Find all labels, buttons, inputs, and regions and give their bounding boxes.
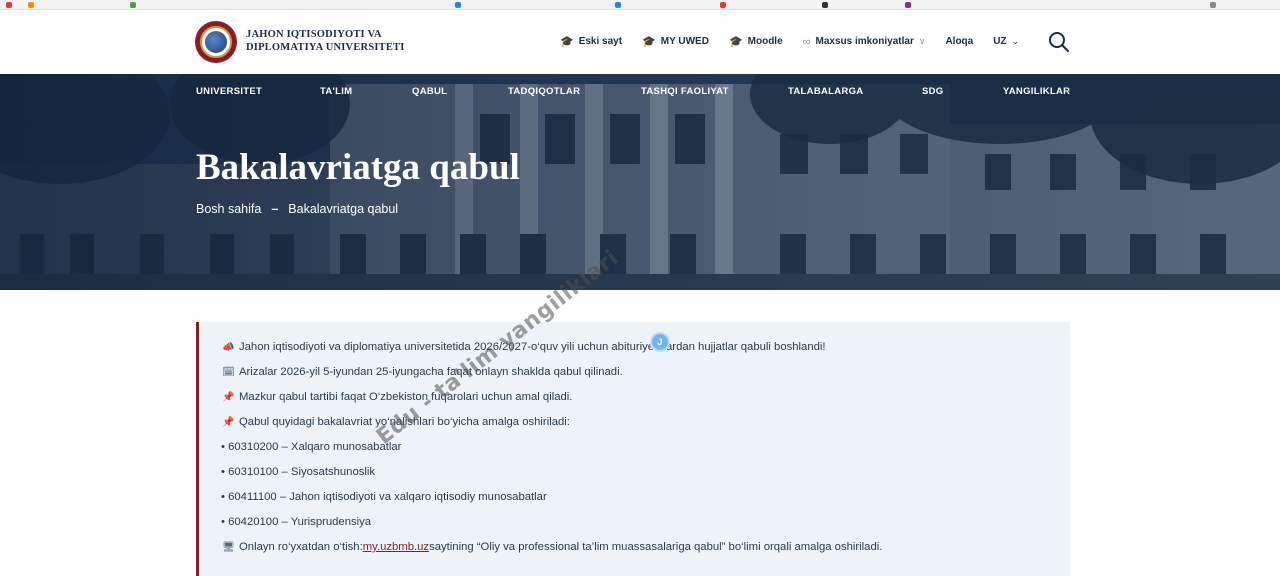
notice-line: 📌 Mazkur qabul tartibi faqat O‘zbekiston… [222, 391, 572, 403]
hero-banner: UNIVERSITET TA'LIM QABUL TADQIQOTLAR TAS… [0, 74, 1280, 290]
breadcrumb-current: Bakalavriatga qabul [288, 202, 399, 216]
program-item: • 60310100 – Siyosatshunoslik [221, 466, 376, 478]
nav-item-sdg[interactable]: SDG [922, 86, 944, 97]
graduation-cap-icon: 🎓 [728, 36, 743, 48]
online-prefix: Onlayn ro‘yxatdan o‘tish: [239, 541, 363, 553]
top-link-my-uwed[interactable]: 🎓 MY UWED [642, 35, 709, 48]
graduation-cap-icon: 🎓 [560, 36, 574, 48]
nav-item-yangiliklar[interactable]: YANGILIKLAR [1003, 86, 1070, 97]
page-title: Bakalavriatga qabul [196, 147, 520, 188]
university-logo[interactable] [195, 21, 237, 63]
top-link-label: Moodle [747, 36, 783, 47]
notice-text: Mazkur qabul tartibi faqat O‘zbekiston f… [239, 391, 573, 403]
notice-text: Jahon iqtisodiyoti va diplomatiya univer… [239, 341, 826, 353]
computer-icon: 🖥 [222, 541, 235, 553]
nav-item-tadqiqotlar[interactable]: TADQIQOTLAR [508, 86, 580, 97]
nav-item-talabalarga[interactable]: TALABALARGA [788, 86, 863, 97]
registration-link[interactable]: my.uzbmb.uz [363, 541, 429, 553]
bookmark-icon[interactable] [720, 2, 726, 8]
breadcrumb-separator: – [271, 202, 279, 216]
language-selector[interactable]: UZ ⌄ [993, 36, 1019, 47]
top-link-label: Aloqa [945, 36, 974, 47]
site-header: JAHON IQTISODIYOTI VA DIPLOMATIYA UNIVER… [0, 10, 1280, 74]
admission-notice: 📣 Jahon iqtisodiyoti va diplomatiya univ… [196, 322, 1070, 576]
bookmark-icon[interactable] [905, 2, 911, 8]
logo-emblem [200, 26, 232, 58]
breadcrumb-home-link[interactable]: Bosh sahifa [196, 202, 261, 216]
top-link-eski-sayt[interactable]: 🎓 Eski sayt [560, 35, 622, 48]
online-suffix: saytining “Oliy va professional ta’lim m… [429, 541, 883, 553]
pin-icon: 📌 [222, 416, 235, 428]
nav-item-tashqi-faoliyat[interactable]: TASHQI FAOLIYAT [641, 86, 729, 97]
bookmark-icon[interactable] [130, 2, 136, 8]
language-label: UZ [993, 36, 1007, 47]
program-item: • 60411100 – Jahon iqtisodiyoti va xalqa… [221, 491, 547, 503]
browser-bookmarks-strip [0, 0, 1280, 10]
university-name-line1: JAHON IQTISODIYOTI VA [246, 29, 382, 40]
notice-line: 🖥 Onlayn ro‘yxatdan o‘tish: my.uzbmb.uz … [222, 541, 882, 553]
chevron-down-icon: ⌄ [1011, 36, 1020, 46]
bookmark-icon[interactable] [455, 2, 461, 8]
bookmark-icon[interactable] [6, 2, 12, 8]
search-button[interactable] [1048, 31, 1070, 53]
bookmark-icon[interactable] [615, 2, 621, 8]
top-link-moodle[interactable]: 🎓 Moodle [729, 35, 783, 48]
search-icon [1049, 32, 1069, 52]
breadcrumb: Bosh sahifa – Bakalavriatga qabul [196, 202, 398, 216]
chevron-down-icon: ∨ [918, 36, 926, 46]
university-name[interactable]: JAHON IQTISODIYOTI VA DIPLOMATIYA UNIVER… [246, 29, 436, 54]
notice-text: Arizalar 2026-yil 5-iyundan 25-iyungacha… [239, 366, 623, 378]
watermark-badge: J [650, 332, 670, 352]
top-link-label: Eski sayt [578, 36, 623, 47]
calendar-icon: 🗓 [222, 366, 235, 378]
globe-icon [205, 31, 227, 53]
nav-item-universitet[interactable]: UNIVERSITET [196, 86, 262, 97]
top-links: 🎓 Eski sayt 🎓 MY UWED 🎓 Moodle ∞ Maxsus … [560, 35, 1039, 49]
main-navigation: UNIVERSITET TA'LIM QABUL TADQIQOTLAR TAS… [0, 86, 1280, 100]
graduation-cap-icon: 🎓 [642, 36, 656, 48]
program-item: • 60420100 – Yurisprudensiya [221, 516, 372, 528]
notice-line: 🗓 Arizalar 2026-yil 5-iyundan 25-iyungac… [222, 366, 623, 378]
bookmark-icon[interactable] [822, 2, 828, 8]
top-link-label: Maxsus imkoniyatlar [815, 36, 914, 47]
nav-item-talim[interactable]: TA'LIM [320, 86, 352, 97]
bookmark-icon[interactable] [1210, 2, 1216, 8]
program-item: • 60310200 – Xalqaro munosabatlar [221, 441, 402, 453]
hero-overlay [0, 74, 1280, 290]
glasses-icon: ∞ [802, 35, 811, 48]
top-link-accessibility[interactable]: ∞ Maxsus imkoniyatlar ∨ [803, 36, 926, 48]
university-name-line2: DIPLOMATIYA UNIVERSITETI [246, 41, 405, 53]
top-link-aloqa[interactable]: Aloqa [945, 36, 973, 47]
megaphone-icon: 📣 [222, 341, 235, 353]
top-link-label: MY UWED [660, 36, 709, 47]
bookmark-icon[interactable] [28, 2, 34, 8]
pin-icon: 📌 [222, 391, 235, 403]
nav-item-qabul[interactable]: QABUL [412, 86, 447, 97]
